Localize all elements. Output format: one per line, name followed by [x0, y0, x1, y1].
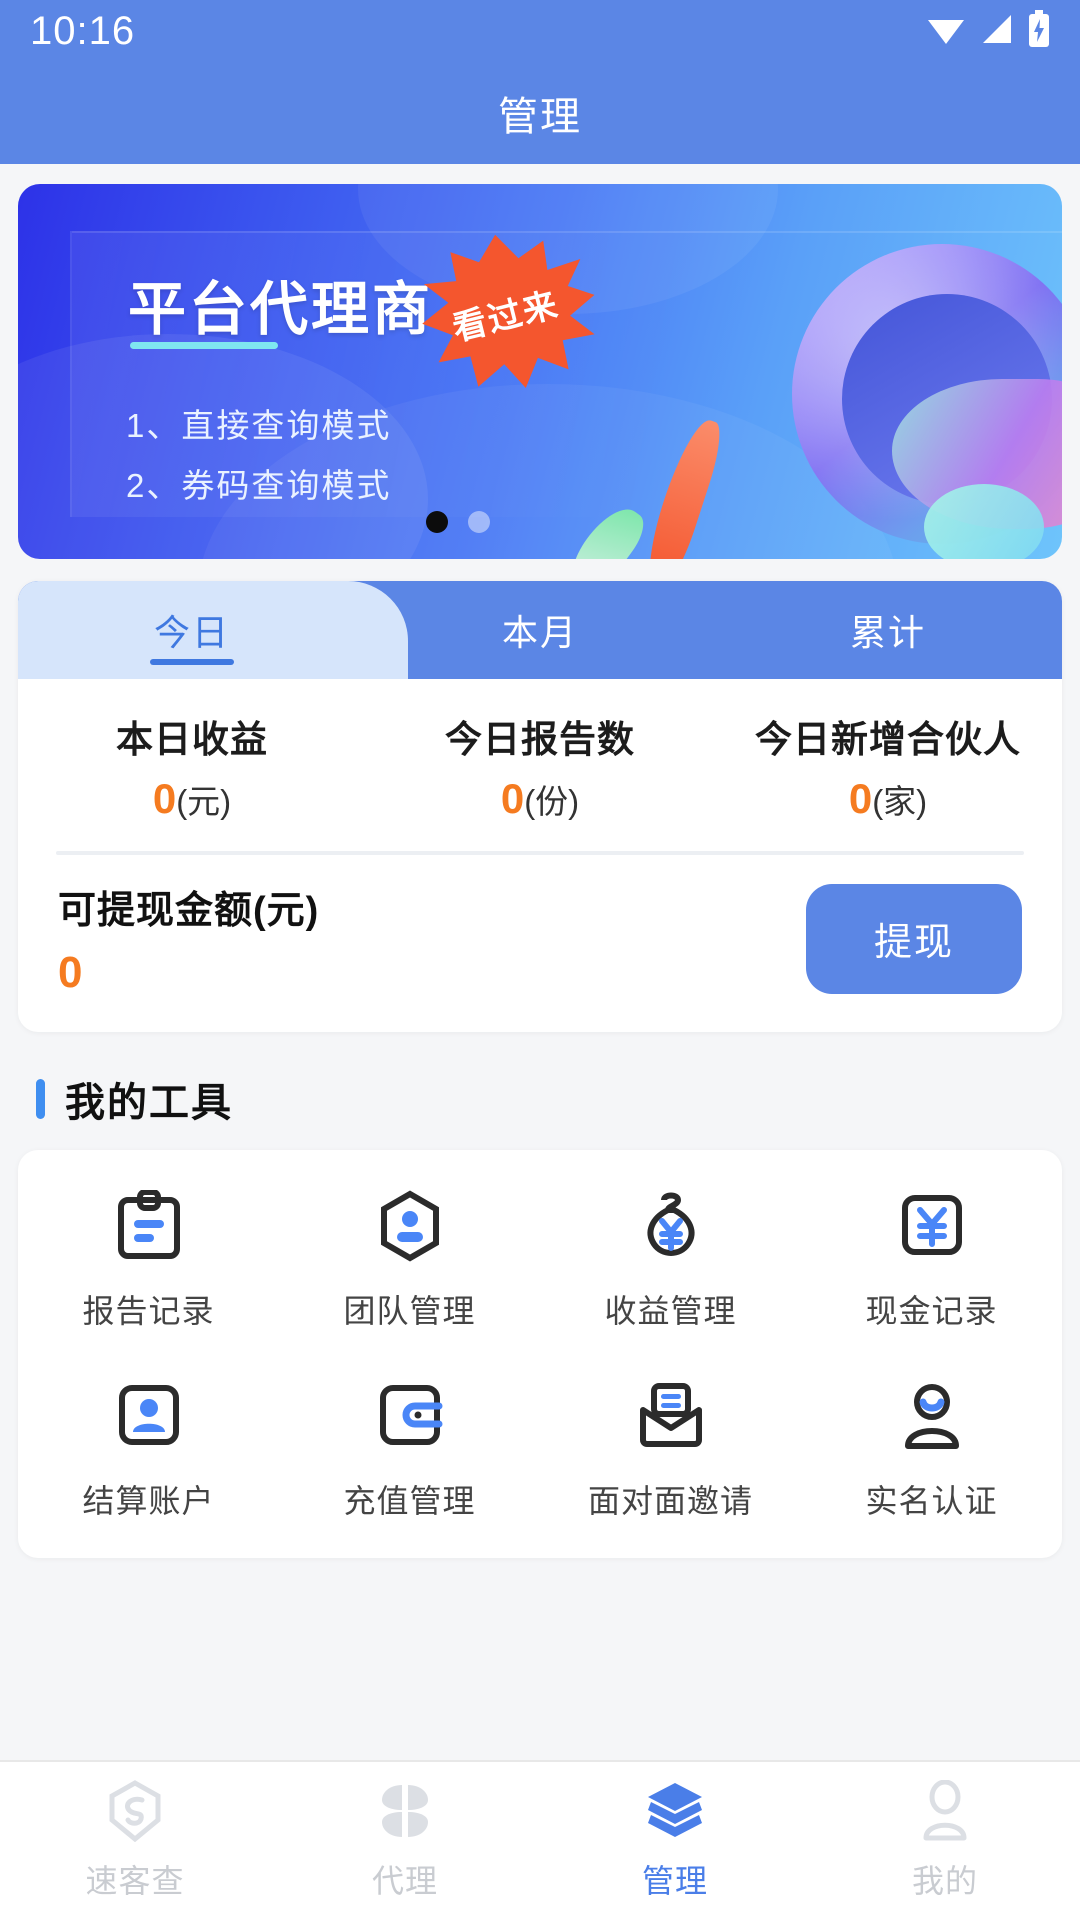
envelope-icon [633, 1378, 709, 1454]
stat-unit: (元) [176, 783, 232, 820]
square-yuan-icon [894, 1188, 970, 1264]
page-content: 平台代理商 1、直接查询模式 2、券码查询模式 看过来 今日 本月 累计 本日收… [0, 184, 1080, 1558]
clipboard-icon [111, 1188, 187, 1264]
banner-title: 平台代理商 [128, 277, 434, 342]
tools-grid: 报告记录 团队管理 收益管理 现金记录 结算账户 充值管理 面对面邀请 实名认证 [18, 1188, 1062, 1522]
hexagon-logo-icon [104, 1780, 166, 1842]
stat-label: 本日收益 [116, 719, 268, 760]
nav-label: 速客查 [85, 1863, 185, 1899]
stat-today-reports: 今日报告数 0(份) [366, 709, 714, 823]
tool-label: 实名认证 [865, 1483, 998, 1519]
tool-face-to-face-invite[interactable]: 面对面邀请 [540, 1378, 801, 1522]
wifi-icon [926, 12, 966, 51]
tab-today-underline [150, 659, 234, 665]
stat-label: 今日报告数 [445, 719, 635, 760]
section-accent-bar [36, 1079, 45, 1119]
tab-month-label: 本月 [501, 612, 578, 653]
battery-charging-icon [1028, 9, 1050, 53]
stat-today-new-partners: 今日新增合伙人 0(家) [714, 709, 1062, 823]
banner-dot-1[interactable] [426, 511, 448, 533]
nav-item-sukecha[interactable]: 速客查 [0, 1762, 270, 1920]
banner-item-2: 2、券码查询模式 [126, 467, 392, 504]
stat-value: 0(元) [18, 775, 366, 823]
status-icons [926, 9, 1050, 53]
page-title: 管理 [498, 95, 582, 139]
banner-title-underline [130, 342, 278, 349]
tab-month[interactable]: 本月 [366, 581, 714, 679]
tool-cash-records[interactable]: 现金记录 [801, 1188, 1062, 1332]
tool-report-records[interactable]: 报告记录 [18, 1188, 279, 1332]
tool-label: 现金记录 [865, 1293, 998, 1329]
tool-label: 充值管理 [343, 1483, 476, 1519]
square-person-icon [111, 1378, 187, 1454]
nav-label: 代理 [371, 1863, 438, 1899]
tool-income-management[interactable]: 收益管理 [540, 1188, 801, 1332]
stat-today-income: 本日收益 0(元) [18, 709, 366, 823]
nav-item-agent[interactable]: 代理 [270, 1762, 540, 1920]
stat-label: 今日新增合伙人 [755, 719, 1021, 760]
stats-card: 今日 本月 累计 本日收益 0(元) 今日报告数 0(份) 今日新增合伙人 0(… [18, 581, 1062, 1032]
nav-label: 我的 [911, 1863, 978, 1899]
withdrawable-row: 可提现金额(元) 0 提现 [18, 855, 1062, 1032]
wallet-icon [372, 1378, 448, 1454]
tool-label: 结算账户 [82, 1483, 215, 1519]
promo-banner[interactable]: 平台代理商 1、直接查询模式 2、券码查询模式 看过来 [18, 184, 1062, 559]
status-bar: 10:16 [0, 0, 1080, 62]
layers-icon [644, 1780, 706, 1842]
tool-label: 面对面邀请 [587, 1483, 753, 1519]
app-header: 管理 [0, 62, 1080, 164]
banner-item-1: 1、直接查询模式 [126, 407, 392, 444]
cellular-signal-icon [980, 12, 1014, 51]
tools-card: 报告记录 团队管理 收益管理 现金记录 结算账户 充值管理 面对面邀请 实名认证 [18, 1150, 1062, 1558]
nav-item-profile[interactable]: 我的 [810, 1762, 1080, 1920]
period-tabs: 今日 本月 累计 [18, 581, 1062, 679]
tab-today[interactable]: 今日 [18, 581, 366, 679]
status-time: 10:16 [30, 8, 136, 53]
withdrawable-amount: 0 [58, 948, 83, 997]
withdraw-button[interactable]: 提现 [806, 883, 1022, 994]
stat-number: 0 [500, 775, 525, 822]
tool-recharge-management[interactable]: 充值管理 [279, 1378, 540, 1522]
stat-unit: (份) [524, 783, 580, 820]
money-bag-yuan-icon [633, 1188, 709, 1264]
bottom-navigation: 速客查 代理 管理 我的 [0, 1760, 1080, 1920]
tool-label: 团队管理 [343, 1293, 476, 1329]
stat-number: 0 [152, 775, 177, 822]
person-verified-icon [894, 1378, 970, 1454]
tab-total-label: 累计 [849, 612, 926, 653]
nav-item-management[interactable]: 管理 [540, 1762, 810, 1920]
stat-value: 0(份) [366, 775, 714, 823]
tab-total[interactable]: 累计 [714, 581, 1062, 679]
nav-label: 管理 [641, 1863, 708, 1899]
profile-person-icon [914, 1780, 976, 1842]
stat-value: 0(家) [714, 775, 1062, 823]
withdrawable-label: 可提现金额(元) [58, 890, 320, 932]
banner-dot-2[interactable] [468, 511, 490, 533]
withdrawable-info: 可提现金额(元) 0 [58, 879, 806, 998]
tools-section-title: 我的工具 [65, 1081, 233, 1125]
tools-section-header: 我的工具 [18, 1070, 1062, 1128]
stat-unit: (家) [872, 783, 928, 820]
stat-number: 0 [848, 775, 873, 822]
clover-grid-icon [374, 1780, 436, 1842]
tool-label: 收益管理 [604, 1293, 737, 1329]
stats-row: 本日收益 0(元) 今日报告数 0(份) 今日新增合伙人 0(家) [18, 679, 1062, 841]
tool-team-management[interactable]: 团队管理 [279, 1188, 540, 1332]
tool-real-name-verification[interactable]: 实名认证 [801, 1378, 1062, 1522]
banner-pagination[interactable] [426, 511, 490, 533]
tool-label: 报告记录 [82, 1293, 215, 1329]
tab-today-label: 今日 [153, 612, 230, 653]
tool-settlement-account[interactable]: 结算账户 [18, 1378, 279, 1522]
hexagon-person-icon [372, 1188, 448, 1264]
